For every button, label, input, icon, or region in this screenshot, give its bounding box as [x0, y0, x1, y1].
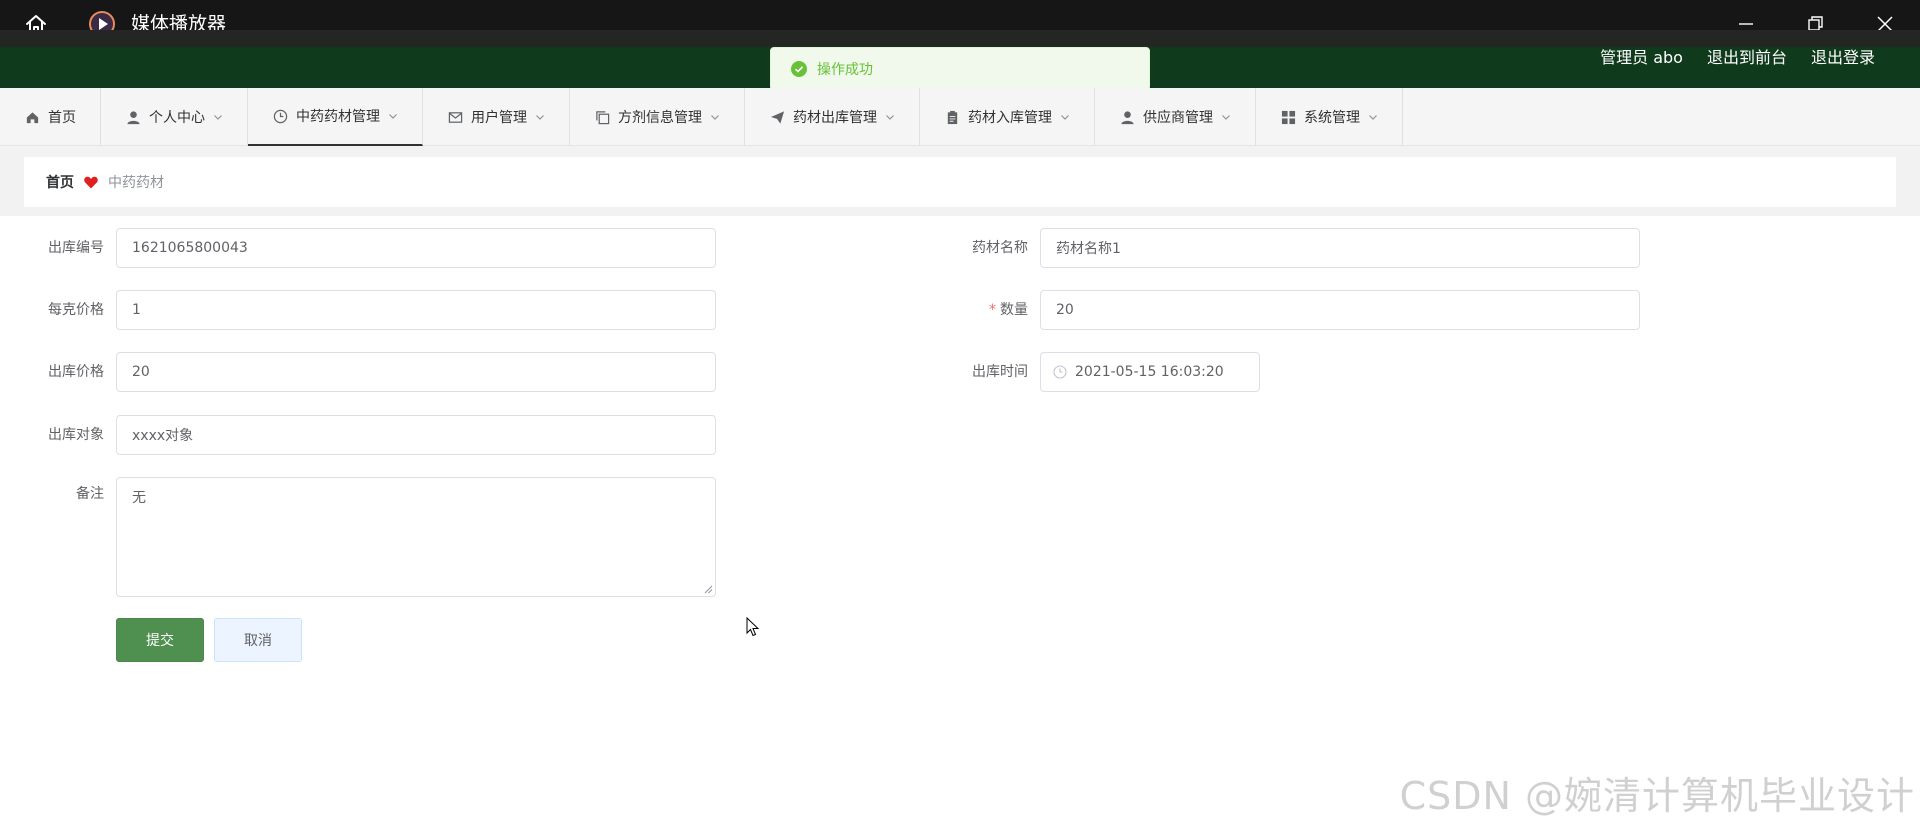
nav-label: 中药药材管理 — [296, 109, 380, 125]
chevron-down-icon — [214, 115, 222, 120]
nav-label: 方剂信息管理 — [618, 110, 702, 126]
quantity-input[interactable]: 20 — [1040, 290, 1640, 330]
out-target-value: xxxx对象 — [132, 428, 194, 444]
toast-message: 操作成功 — [817, 62, 873, 78]
herb-name-value: 药材名称1 — [1056, 241, 1121, 257]
heart-icon — [84, 176, 98, 188]
nav-item-home[interactable]: 首页 — [0, 88, 101, 146]
mouse-cursor-icon — [746, 617, 760, 637]
nav-item-supplier-management[interactable]: 供应商管理 — [1095, 88, 1256, 146]
chevron-down-icon — [536, 115, 544, 120]
clock-icon — [272, 108, 288, 124]
breadcrumb: 首页 中药药材 — [24, 157, 1896, 207]
csdn-watermark: CSDN @婉清计算机毕业设计 — [1399, 774, 1915, 818]
herb-name-input[interactable]: 药材名称1 — [1040, 228, 1640, 268]
nav-label: 药材入库管理 — [968, 110, 1052, 126]
out-time-value: 2021-05-15 16:03:20 — [1075, 364, 1224, 380]
logout-link[interactable]: 退出登录 — [1811, 48, 1875, 68]
nav-item-user-management[interactable]: 用户管理 — [423, 88, 570, 146]
mail-icon — [447, 109, 463, 125]
chevron-down-icon — [389, 114, 397, 119]
out-time-datepicker[interactable]: 2021-05-15 16:03:20 — [1040, 352, 1260, 392]
chevron-down-icon — [1369, 115, 1377, 120]
chevron-down-icon — [886, 115, 894, 120]
breadcrumb-current: 中药药材 — [108, 175, 164, 191]
out-target-label: 出库对象 — [48, 427, 104, 443]
admin-user-label: 管理员 abo — [1600, 48, 1683, 67]
out-no-label: 出库编号 — [48, 240, 104, 256]
submit-button[interactable]: 提交 — [116, 618, 204, 662]
required-asterisk: * — [989, 302, 996, 318]
out-no-input[interactable]: 1621065800043 — [116, 228, 716, 268]
check-circle-icon — [791, 61, 807, 77]
out-target-input[interactable]: xxxx对象 — [116, 415, 716, 455]
nav-item-herb-management[interactable]: 中药药材管理 — [248, 88, 423, 146]
home-icon — [24, 109, 40, 125]
quantity-label: * 数量 — [948, 300, 1028, 320]
user-area: 管理员 abo 退出到前台 退出登录 — [1600, 48, 1875, 68]
breadcrumb-home-link[interactable]: 首页 — [46, 172, 74, 192]
user-icon — [125, 109, 141, 125]
herb-name-label: 药材名称 — [972, 240, 1028, 256]
out-price-label: 出库价格 — [48, 364, 104, 380]
form-panel — [24, 216, 1896, 696]
nav-item-herb-inbound-management[interactable]: 药材入库管理 — [920, 88, 1095, 146]
resize-grip-icon[interactable] — [703, 584, 713, 594]
nav-item-prescription-management[interactable]: 方剂信息管理 — [570, 88, 745, 146]
out-time-label: 出库时间 — [972, 364, 1028, 380]
send-icon — [769, 109, 785, 125]
nav-item-herb-outbound-management[interactable]: 药材出库管理 — [745, 88, 920, 146]
quantity-value: 20 — [1056, 302, 1074, 318]
out-price-input[interactable]: 20 — [116, 352, 716, 392]
remark-textarea[interactable]: 无 — [116, 477, 716, 597]
nav-label: 供应商管理 — [1143, 110, 1213, 126]
nav-item-personal-center[interactable]: 个人中心 — [101, 88, 248, 146]
nav-label: 首页 — [48, 110, 76, 126]
chevron-down-icon — [711, 115, 719, 120]
chevron-down-icon — [1061, 115, 1069, 120]
nav-label: 药材出库管理 — [793, 110, 877, 126]
out-price-value: 20 — [132, 364, 150, 380]
remark-label: 备注 — [76, 486, 104, 502]
nav-label: 个人中心 — [149, 110, 205, 126]
nav-item-system-management[interactable]: 系统管理 — [1256, 88, 1403, 146]
success-toast: 操作成功 — [770, 47, 1150, 91]
cancel-button[interactable]: 取消 — [214, 618, 302, 662]
grid-icon — [1280, 109, 1296, 125]
chevron-down-icon — [1222, 115, 1230, 120]
nav-label: 用户管理 — [471, 110, 527, 126]
clock-icon — [1053, 365, 1067, 379]
quantity-label-text: 数量 — [1000, 302, 1028, 318]
user-icon — [1119, 109, 1135, 125]
price-per-gram-value: 1 — [132, 302, 141, 318]
remark-value: 无 — [132, 490, 146, 506]
nav-label: 系统管理 — [1304, 110, 1360, 126]
top-nav: 首页 个人中心 中药药材管理 用户管理 方剂信息管理 药材出库管理 药材入库管理… — [0, 88, 1920, 146]
copy-icon — [594, 109, 610, 125]
price-per-gram-input[interactable]: 1 — [116, 290, 716, 330]
exit-to-front-link[interactable]: 退出到前台 — [1707, 48, 1787, 68]
out-no-value: 1621065800043 — [132, 240, 248, 256]
clipboard-icon — [944, 109, 960, 125]
price-per-gram-label: 每克价格 — [48, 302, 104, 318]
